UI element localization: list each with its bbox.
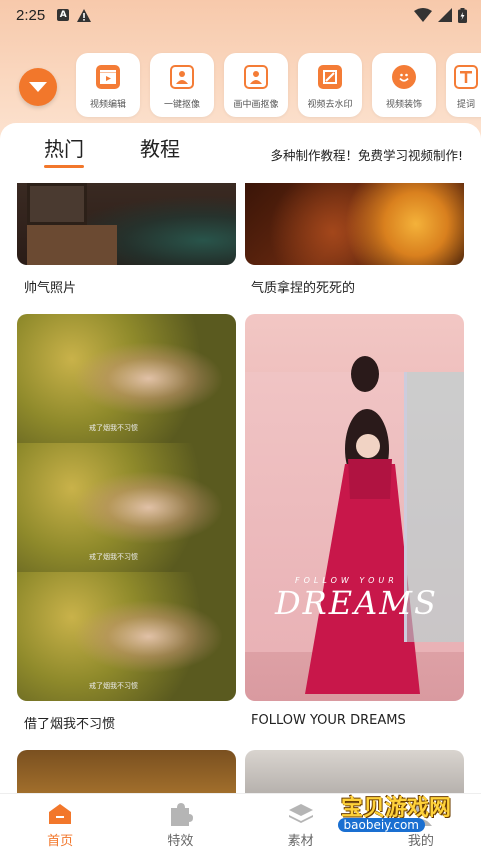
tab-bar: 热门 教程 多种制作教程！免费学习视频制作!	[0, 123, 481, 181]
tool-label: 视频去水印	[307, 100, 353, 110]
status-bar: 2:25 A	[0, 0, 481, 30]
photo-subtitle: 戒了烟我不习惯	[89, 682, 138, 690]
card-caption: 借了烟我不习惯	[24, 717, 116, 732]
tool-remove-watermark[interactable]: 视频去水印	[298, 53, 362, 117]
card-image-elegant[interactable]	[245, 183, 464, 265]
card-image-handsome-photo[interactable]	[17, 183, 236, 265]
portrait-icon	[170, 65, 194, 89]
tool-shortcuts: 视频编辑 一键抠像 画中画抠像 视频去水印 视频装饰 提词	[76, 53, 481, 117]
nav-label: 特效	[167, 834, 194, 849]
card-caption: FOLLOW YOUR DREAMS	[251, 713, 406, 728]
tool-label: 视频装饰	[385, 100, 422, 110]
clapperboard-icon	[96, 65, 120, 89]
photo-frame: 戒了烟我不习惯	[17, 572, 236, 701]
tool-prompter[interactable]: 提词	[446, 53, 481, 117]
nav-label: 素材	[287, 834, 314, 849]
card-caption: 帅气照片	[24, 281, 77, 296]
tool-label: 一键抠像	[163, 100, 200, 110]
layers-icon	[288, 804, 313, 823]
a-icon: A	[57, 9, 70, 21]
tv-shape	[27, 183, 87, 225]
content-panel: 热门 教程 多种制作教程！免费学习视频制作! 帅气照片 气质拿捏的死死的 戒了烟…	[0, 123, 481, 793]
tool-one-key-matting[interactable]: 一键抠像	[150, 53, 214, 117]
tool-pip-matting[interactable]: 画中画抠像	[224, 53, 288, 117]
puzzle-icon	[171, 803, 194, 826]
tool-label: 视频编辑	[89, 100, 126, 110]
eraser-icon	[318, 65, 342, 89]
home-icon	[49, 804, 72, 824]
tool-label: 画中画抠像	[233, 100, 279, 110]
smile-icon	[392, 65, 416, 89]
dreams-big-text: DREAMS	[275, 584, 438, 622]
menu-toggle-button[interactable]	[19, 68, 57, 106]
nav-label: 首页	[47, 834, 74, 849]
tab-tutorial[interactable]: 教程	[140, 133, 180, 162]
status-time: 2:25	[16, 6, 46, 24]
cabinet-shape	[27, 225, 117, 265]
photo-frame: 戒了烟我不习惯	[17, 314, 236, 443]
card-image-next-left[interactable]	[17, 750, 236, 793]
tagline: 多种制作教程！免费学习视频制作!	[270, 148, 463, 163]
card-image-next-right[interactable]	[245, 750, 464, 793]
signal-icon	[438, 8, 452, 22]
photo-subtitle: 戒了烟我不习惯	[89, 424, 138, 432]
nav-label: 我的	[407, 834, 434, 849]
picture-in-picture-icon	[244, 65, 268, 89]
active-tab-indicator	[44, 165, 84, 168]
tool-video-decor[interactable]: 视频装饰	[372, 53, 436, 117]
watermark-url: baobeiy.com	[337, 818, 425, 832]
card-image-dreams[interactable]: FOLLOW YOUR DREAMS	[245, 314, 464, 701]
battery-icon	[458, 7, 467, 23]
warning-icon	[77, 8, 92, 22]
card-image-smoking[interactable]: 戒了烟我不习惯 戒了烟我不习惯 戒了烟我不习惯	[17, 314, 236, 701]
tab-hot[interactable]: 热门	[44, 133, 84, 162]
tool-label: 提词	[456, 100, 475, 110]
chevron-down-icon	[29, 82, 47, 92]
wifi-icon	[414, 8, 432, 22]
tool-video-edit[interactable]: 视频编辑	[76, 53, 140, 117]
photo-frame: 戒了烟我不习惯	[17, 443, 236, 572]
text-icon	[454, 65, 478, 89]
nav-effects[interactable]: 特效	[120, 794, 240, 855]
card-caption: 气质拿捏的死死的	[251, 281, 356, 296]
nav-home[interactable]: 首页	[0, 794, 120, 855]
photo-subtitle: 戒了烟我不习惯	[89, 553, 138, 561]
